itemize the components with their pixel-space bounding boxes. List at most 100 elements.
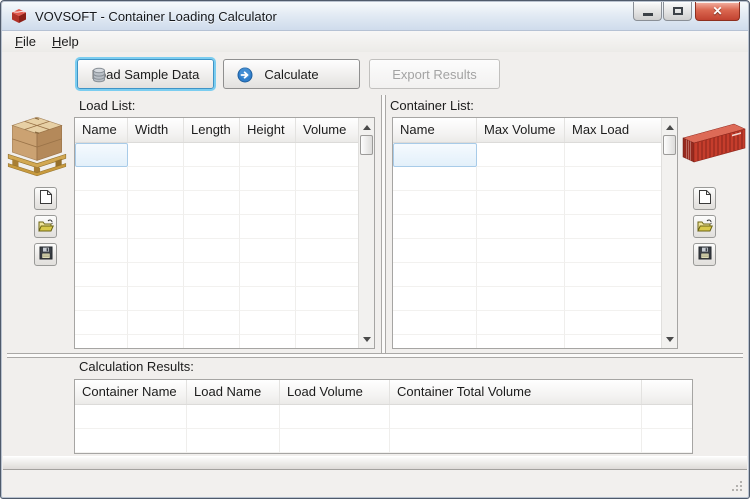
- table-cell[interactable]: [565, 215, 661, 239]
- table-cell[interactable]: [296, 287, 358, 311]
- table-cell[interactable]: [296, 311, 358, 335]
- load-new-button[interactable]: [34, 187, 57, 210]
- table-cell[interactable]: [240, 167, 296, 191]
- table-cell[interactable]: [75, 335, 128, 348]
- table-cell[interactable]: [128, 143, 184, 167]
- selected-cell[interactable]: [75, 143, 128, 167]
- calculation-results-table[interactable]: Container Name Load Name Load Volume Contai…: [74, 379, 693, 454]
- table-cell[interactable]: [184, 167, 240, 191]
- table-cell[interactable]: [240, 311, 296, 335]
- table-cell[interactable]: [565, 335, 661, 348]
- table-cell[interactable]: [565, 287, 661, 311]
- menu-help[interactable]: Help: [44, 32, 87, 51]
- table-cell[interactable]: [393, 215, 477, 239]
- table-cell[interactable]: [390, 405, 642, 429]
- table-cell[interactable]: [184, 239, 240, 263]
- close-button[interactable]: ✕: [695, 2, 740, 21]
- table-cell[interactable]: [184, 335, 240, 348]
- table-cell[interactable]: [128, 239, 184, 263]
- table-cell[interactable]: [296, 143, 358, 167]
- table-cell[interactable]: [477, 215, 565, 239]
- minimize-button[interactable]: [633, 2, 662, 21]
- table-cell[interactable]: [184, 143, 240, 167]
- container-list-table[interactable]: Name Max Volume Max Load: [392, 117, 678, 349]
- container-new-button[interactable]: [693, 187, 716, 210]
- table-cell[interactable]: [187, 405, 280, 429]
- table-cell[interactable]: [477, 311, 565, 335]
- table-cell[interactable]: [75, 263, 128, 287]
- table-cell[interactable]: [240, 191, 296, 215]
- scroll-down-button[interactable]: [662, 331, 677, 347]
- table-cell[interactable]: [184, 215, 240, 239]
- maximize-button[interactable]: [663, 2, 692, 21]
- table-cell[interactable]: [128, 287, 184, 311]
- table-cell[interactable]: [240, 215, 296, 239]
- table-cell[interactable]: [75, 167, 128, 191]
- vertical-scrollbar[interactable]: [358, 118, 374, 348]
- table-cell[interactable]: [75, 405, 187, 429]
- table-cell[interactable]: [565, 167, 661, 191]
- table-cell[interactable]: [75, 239, 128, 263]
- load-open-button[interactable]: [34, 215, 57, 238]
- selected-cell[interactable]: [393, 143, 477, 167]
- scroll-up-button[interactable]: [662, 119, 677, 135]
- table-cell[interactable]: [240, 287, 296, 311]
- table-cell[interactable]: [477, 191, 565, 215]
- scroll-up-button[interactable]: [359, 119, 374, 135]
- table-cell[interactable]: [296, 215, 358, 239]
- table-cell[interactable]: [240, 335, 296, 348]
- table-cell[interactable]: [75, 429, 187, 453]
- table-cell[interactable]: [280, 429, 390, 453]
- table-cell[interactable]: [184, 191, 240, 215]
- table-cell[interactable]: [393, 167, 477, 191]
- resize-grip[interactable]: [731, 480, 744, 493]
- table-cell[interactable]: [565, 143, 661, 167]
- scroll-down-button[interactable]: [359, 331, 374, 347]
- load-save-button[interactable]: [34, 243, 57, 266]
- table-cell[interactable]: [184, 287, 240, 311]
- table-cell[interactable]: [393, 335, 477, 348]
- table-cell[interactable]: [296, 167, 358, 191]
- table-cell[interactable]: [565, 191, 661, 215]
- table-cell[interactable]: [280, 405, 390, 429]
- table-cell[interactable]: [477, 287, 565, 311]
- table-cell[interactable]: [184, 263, 240, 287]
- table-cell[interactable]: [565, 311, 661, 335]
- table-cell[interactable]: [642, 405, 692, 429]
- table-cell[interactable]: [128, 263, 184, 287]
- table-cell[interactable]: [128, 215, 184, 239]
- table-cell[interactable]: [393, 239, 477, 263]
- table-cell[interactable]: [296, 191, 358, 215]
- table-cell[interactable]: [128, 311, 184, 335]
- table-cell[interactable]: [128, 167, 184, 191]
- table-cell[interactable]: [240, 143, 296, 167]
- table-cell[interactable]: [296, 335, 358, 348]
- table-cell[interactable]: [477, 167, 565, 191]
- table-cell[interactable]: [390, 429, 642, 453]
- load-list-table[interactable]: Name Width Length Height Volume: [74, 117, 375, 349]
- table-cell[interactable]: [75, 191, 128, 215]
- table-cell[interactable]: [75, 287, 128, 311]
- table-cell[interactable]: [565, 263, 661, 287]
- table-cell[interactable]: [184, 311, 240, 335]
- table-cell[interactable]: [477, 143, 565, 167]
- table-cell[interactable]: [75, 311, 128, 335]
- table-cell[interactable]: [477, 335, 565, 348]
- table-cell[interactable]: [128, 191, 184, 215]
- table-cell[interactable]: [75, 215, 128, 239]
- table-cell[interactable]: [393, 311, 477, 335]
- table-cell[interactable]: [642, 429, 692, 453]
- calculate-button[interactable]: Calculate: [223, 59, 360, 89]
- table-cell[interactable]: [296, 239, 358, 263]
- table-cell[interactable]: [240, 263, 296, 287]
- table-cell[interactable]: [565, 239, 661, 263]
- table-cell[interactable]: [477, 239, 565, 263]
- container-open-button[interactable]: [693, 215, 716, 238]
- table-cell[interactable]: [393, 263, 477, 287]
- table-cell[interactable]: [128, 335, 184, 348]
- scroll-thumb[interactable]: [663, 135, 676, 155]
- menu-file[interactable]: File: [7, 32, 44, 51]
- scroll-thumb[interactable]: [360, 135, 373, 155]
- container-save-button[interactable]: [693, 243, 716, 266]
- table-cell[interactable]: [477, 263, 565, 287]
